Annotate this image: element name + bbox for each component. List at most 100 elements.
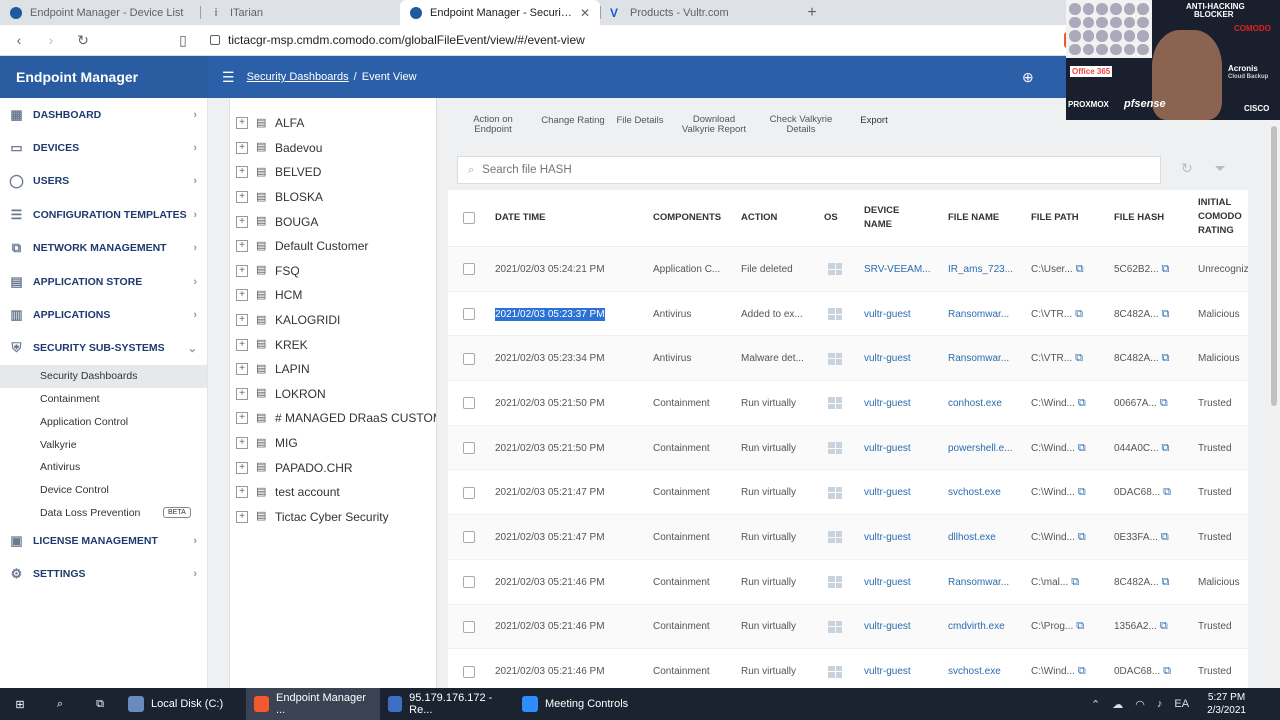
table-row[interactable]: 2021/02/03 05:23:37 PM Antivirus Added to … (448, 292, 1248, 337)
change-rating-button[interactable]: Change Rating (540, 98, 606, 134)
external-link-icon[interactable]: ⧉ (1161, 531, 1169, 544)
customer-tree-item[interactable]: + ▤ Badevou (230, 136, 436, 161)
expand-icon[interactable]: + (236, 461, 248, 474)
customer-tree-item[interactable]: + ▤ KREK (230, 332, 436, 357)
expand-icon[interactable]: + (236, 363, 248, 376)
customer-tree-item[interactable]: + ▤ HCM (230, 283, 436, 308)
sidebar-subitem-antivirus[interactable]: Antivirus (0, 456, 207, 479)
sidebar-subitem-data-loss-prevention[interactable]: Data Loss Prevention BETA (0, 501, 207, 524)
row-checkbox[interactable] (463, 531, 475, 544)
cell-device-name[interactable]: vultr-guest (864, 666, 911, 677)
table-row[interactable]: 2021/02/03 05:24:21 PM Application C... Fi… (448, 247, 1248, 292)
external-link-icon[interactable]: ⧉ (1071, 576, 1079, 589)
sidebar-subitem-valkyrie[interactable]: Valkyrie (0, 433, 207, 456)
column-header-os[interactable]: OS (824, 211, 838, 225)
column-header-initial-rating[interactable]: INITIAL COMODO RATING (1198, 196, 1242, 238)
expand-icon[interactable]: + (236, 264, 248, 277)
row-checkbox[interactable] (463, 397, 475, 410)
cell-device-name[interactable]: vultr-guest (864, 577, 911, 588)
forward-arrow-icon[interactable]: › (38, 32, 64, 48)
menu-icon[interactable]: ☰ (222, 69, 235, 86)
taskbar-app-file-explorer[interactable]: Local Disk (C:) (120, 688, 246, 720)
column-header-file-hash[interactable]: FILE HASH (1114, 211, 1164, 225)
expand-icon[interactable]: + (236, 240, 248, 253)
external-link-icon[interactable]: ⧉ (1075, 352, 1083, 365)
customer-tree-item[interactable]: + ▤ BOUGA (230, 209, 436, 234)
external-link-icon[interactable]: ⧉ (1161, 442, 1169, 455)
row-checkbox[interactable] (463, 263, 475, 276)
expand-icon[interactable]: + (236, 486, 248, 499)
reload-icon[interactable]: ↻ (70, 32, 96, 49)
external-link-icon[interactable]: ⧉ (1160, 620, 1168, 633)
bookmark-icon[interactable]: ▯ (170, 32, 196, 49)
table-row[interactable]: 2021/02/03 05:21:46 PM Containment Run vir… (448, 560, 1248, 605)
table-row[interactable]: 2021/02/03 05:21:50 PM Containment Run vir… (448, 381, 1248, 426)
filter-icon[interactable]: ⏷ (1215, 160, 1226, 176)
check-valkyrie-details-button[interactable]: Check Valkyrie Details (764, 98, 838, 143)
cell-file-name[interactable]: svchost.exe (948, 487, 1001, 498)
cell-file-name[interactable]: Ransomwar... (948, 309, 1009, 320)
customer-tree-item[interactable]: + ▤ test account (230, 480, 436, 505)
cell-file-name[interactable]: Ransomwar... (948, 577, 1009, 588)
select-all-checkbox[interactable] (463, 212, 475, 224)
sidebar-item-security-sub-systems[interactable]: ⛨ SECURITY SUB-SYSTEMS ⌄ (0, 332, 207, 365)
taskbar-app-browser[interactable]: Endpoint Manager ... (246, 688, 380, 720)
external-link-icon[interactable]: ⧉ (1161, 308, 1169, 321)
close-tab-icon[interactable]: ✕ (580, 6, 590, 20)
external-link-icon[interactable]: ⧉ (1076, 620, 1084, 633)
external-link-icon[interactable]: ⧉ (1163, 665, 1171, 678)
customer-tree-item[interactable]: + ▤ BLOSKA (230, 185, 436, 210)
taskbar-app-remote-desktop[interactable]: 95.179.176.172 - Re... (380, 688, 514, 720)
customer-tree-item[interactable]: + ▤ FSQ (230, 259, 436, 284)
customer-tree-item[interactable]: + ▤ KALOGRIDI (230, 308, 436, 333)
customer-tree-item[interactable]: + ▤ PAPADO.CHR (230, 455, 436, 480)
search-input[interactable] (482, 164, 1083, 176)
expand-icon[interactable]: + (236, 191, 248, 204)
download-valkyrie-report-button[interactable]: Download Valkyrie Report (676, 98, 752, 143)
expand-icon[interactable]: + (236, 412, 248, 425)
external-link-icon[interactable]: ⧉ (1078, 531, 1086, 544)
sidebar-item-dashboard[interactable]: ▦ DASHBOARD › (0, 98, 207, 131)
external-link-icon[interactable]: ⧉ (1078, 397, 1086, 410)
expand-icon[interactable]: + (236, 437, 248, 450)
external-link-icon[interactable]: ⧉ (1160, 397, 1168, 410)
sidebar-item-devices[interactable]: ▭ DEVICES › (0, 131, 207, 164)
taskbar-app-zoom[interactable]: Meeting Controls (514, 688, 648, 720)
external-link-icon[interactable]: ⧉ (1075, 308, 1083, 321)
expand-icon[interactable]: + (236, 338, 248, 351)
cell-device-name[interactable]: vultr-guest (864, 398, 911, 409)
external-link-icon[interactable]: ⧉ (1078, 442, 1086, 455)
volume-icon[interactable]: ♪ (1157, 698, 1163, 710)
network-icon[interactable]: ◠ (1135, 698, 1145, 711)
sidebar-subitem-device-control[interactable]: Device Control (0, 479, 207, 502)
task-view-button[interactable]: ⧉ (80, 688, 120, 720)
external-link-icon[interactable]: ⧉ (1163, 486, 1171, 499)
cell-file-name[interactable]: powershell.e... (948, 443, 1012, 454)
external-link-icon[interactable]: ⧉ (1161, 263, 1169, 276)
cell-device-name[interactable]: vultr-guest (864, 532, 911, 543)
browser-tab-security-dashboard[interactable]: Endpoint Manager - Security Das ✕ (400, 0, 600, 25)
new-tab-button[interactable]: + (800, 0, 824, 25)
customer-tree-item[interactable]: + ▤ MIG (230, 431, 436, 456)
sidebar-subitem-application-control[interactable]: Application Control (0, 411, 207, 434)
table-row[interactable]: 2021/02/03 05:23:34 PM Antivirus Malware d… (448, 336, 1248, 382)
sidebar-item-applications[interactable]: ▥ APPLICATIONS › (0, 298, 207, 331)
cell-device-name[interactable]: vultr-guest (864, 443, 911, 454)
browser-tab-itarian[interactable]: i ITarian (200, 0, 400, 25)
customer-tree-item[interactable]: + ▤ # MANAGED DRaaS CUSTOM... (230, 406, 436, 431)
external-link-icon[interactable]: ⧉ (1076, 263, 1084, 276)
sidebar-subitem-containment[interactable]: Containment (0, 388, 207, 411)
browser-tab-device-list[interactable]: Endpoint Manager - Device List (0, 0, 200, 25)
row-checkbox[interactable] (463, 576, 475, 589)
cell-file-name[interactable]: IR_ams_723... (948, 264, 1013, 275)
show-hidden-icons-icon[interactable]: ⌃ (1091, 698, 1100, 711)
export-button[interactable]: Export (852, 98, 896, 134)
expand-icon[interactable]: + (236, 166, 248, 179)
external-link-icon[interactable]: ⧉ (1078, 665, 1086, 678)
cell-file-name[interactable]: cmdvirth.exe (948, 621, 1005, 632)
scrollbar-thumb[interactable] (1271, 126, 1277, 406)
add-device-icon[interactable]: ⊕ (1022, 69, 1034, 86)
table-row[interactable]: 2021/02/03 05:21:47 PM Containment Run vir… (448, 470, 1248, 516)
table-row[interactable]: 2021/02/03 05:21:50 PM Containment Run vir… (448, 425, 1248, 471)
table-row[interactable]: 2021/02/03 05:21:47 PM Containment Run vir… (448, 515, 1248, 560)
